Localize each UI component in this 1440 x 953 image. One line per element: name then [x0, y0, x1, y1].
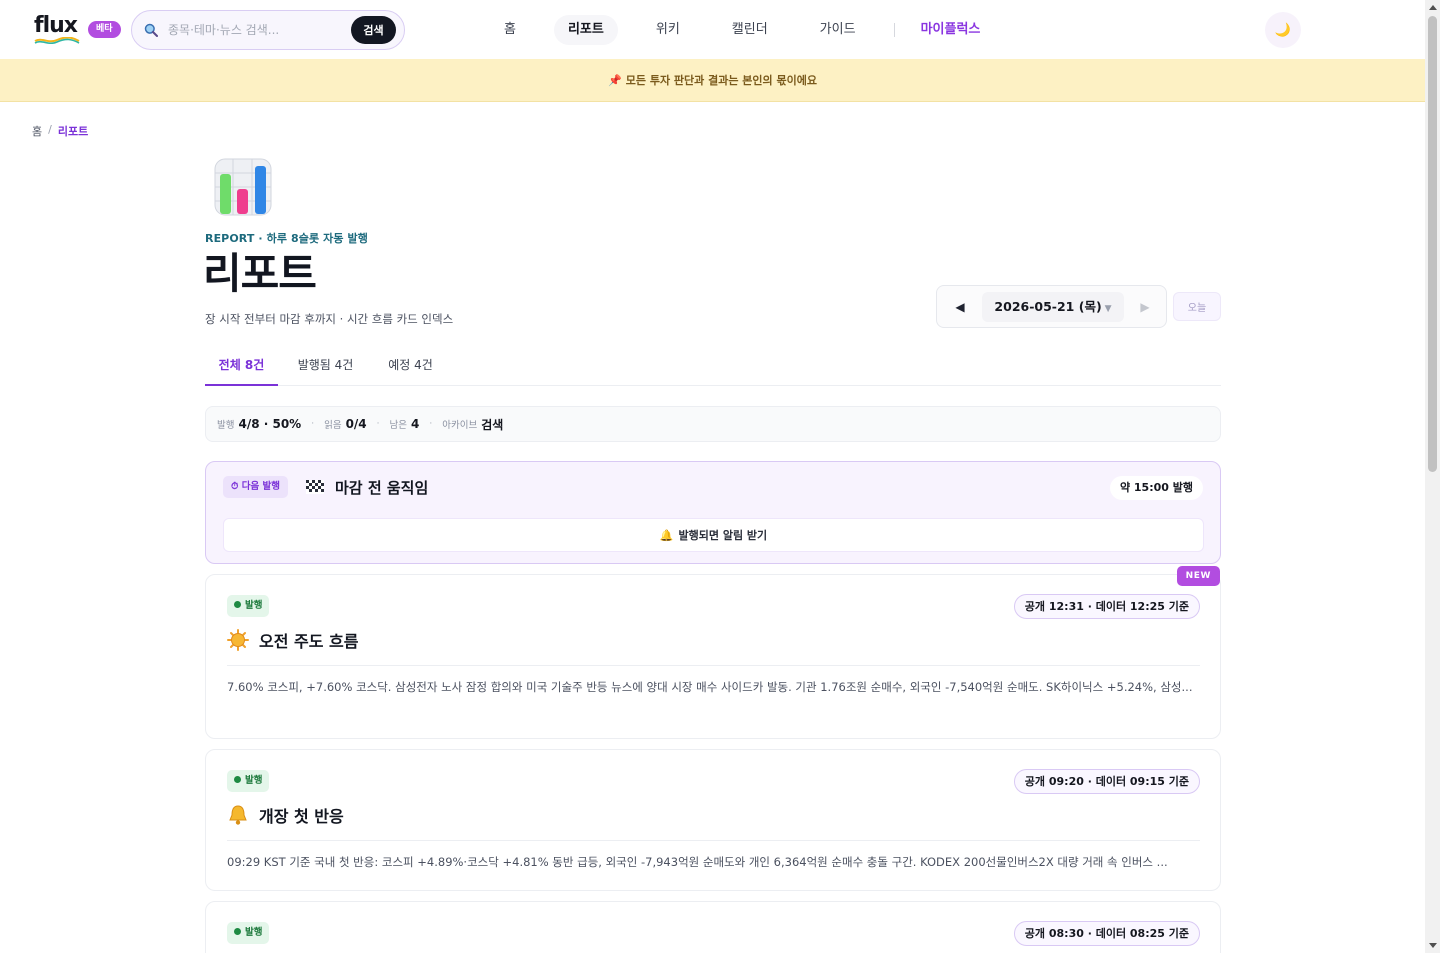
breadcrumb-home[interactable]: 홈: [32, 123, 42, 139]
logo-wave-icon: [34, 37, 80, 44]
today-button[interactable]: 오늘: [1173, 292, 1221, 321]
flux-logo[interactable]: flux: [34, 13, 80, 45]
status-badge: 발행: [227, 922, 270, 944]
archive-label: 아카이브: [442, 420, 478, 431]
prev-day-button[interactable]: ◀: [949, 296, 971, 318]
published-label: 발행: [217, 420, 235, 431]
nav-link-myflux[interactable]: 마이플럭스: [907, 15, 995, 45]
nav-divider: [893, 22, 895, 37]
checkered-flag-icon: [306, 480, 324, 494]
sun-icon: [227, 629, 249, 651]
new-badge: NEW: [1176, 566, 1220, 586]
nav-link-wiki[interactable]: 위키: [642, 15, 694, 45]
notify-label: 발행되면 알림 받기: [678, 529, 768, 542]
notify-button[interactable]: 🔔 발행되면 알림 받기: [223, 518, 1204, 552]
divider: [227, 840, 1200, 841]
date-picker[interactable]: 2026-05-21 (목) ▼: [982, 292, 1124, 322]
date-navigator: ◀ 2026-05-21 (목) ▼ ▶: [936, 285, 1167, 328]
logo-text: flux: [34, 13, 78, 38]
publish-time-badge: 공개 09:20 · 데이터 09:15 기준: [1013, 769, 1200, 794]
publish-time-badge: 공개 08:30 · 데이터 08:25 기준: [1013, 921, 1200, 946]
read-label: 읽음: [324, 420, 342, 431]
moon-icon: 🌙: [1274, 22, 1292, 37]
report-summary: 09:29 KST 기준 국내 첫 반응: 코스피 +4.89%·코스닥 +4.…: [227, 855, 1168, 869]
scroll-down-icon[interactable]: [1429, 943, 1437, 948]
archive-search-link[interactable]: 검색: [481, 416, 503, 433]
scroll-up-icon[interactable]: [1429, 5, 1437, 10]
theme-toggle-button[interactable]: 🌙: [1265, 12, 1301, 48]
report-title: 개장 첫 반응: [259, 807, 344, 826]
bell-icon: [229, 805, 247, 825]
search-bar: 검색: [131, 10, 405, 50]
next-slot-card: ⏱ 다음 발행 마감 전 움직임 약 15:00 발행 🔔 발행되면 알림 받기: [205, 461, 1221, 564]
status-badge: 발행: [227, 595, 270, 617]
next-slot-title: 마감 전 움직임: [335, 479, 429, 497]
page-title: 리포트: [203, 249, 317, 298]
tab-scheduled[interactable]: 예정 4건: [378, 345, 443, 386]
next-publish-badge: ⏱ 다음 발행: [223, 476, 288, 498]
report-card[interactable]: NEW 발행 공개 12:31 · 데이터 12:25 기준 오전 주도 흐름 …: [205, 566, 1221, 739]
status-dot-icon: [234, 928, 241, 935]
main-nav: 홈 리포트 위키 캘린더 가이드 마이플럭스: [490, 0, 994, 59]
nav-link-report[interactable]: 리포트: [553, 14, 618, 45]
tab-published[interactable]: 발행됨 4건: [288, 345, 363, 386]
search-icon: [144, 23, 158, 37]
stats-bar: 발행 4/8 · 50% · 읽음 0/4 · 남은 4 · 아카이브 검색: [205, 406, 1221, 442]
bar-chart-icon: [214, 158, 272, 216]
beta-badge: 베타: [88, 21, 121, 38]
search-button[interactable]: 검색: [351, 16, 396, 44]
next-day-button[interactable]: ▶: [1134, 296, 1156, 318]
remaining-label: 남은: [389, 420, 408, 431]
nav-link-guide[interactable]: 가이드: [806, 15, 870, 45]
report-card[interactable]: 발행 공개 09:20 · 데이터 09:15 기준 개장 첫 반응 09:29…: [205, 749, 1221, 891]
report-title: 오전 주도 흐름: [259, 632, 359, 651]
banner-text: 모든 투자 판단과 결과는 본인의 몫이에요: [625, 74, 817, 87]
nav-link-calendar[interactable]: 캘린더: [718, 15, 782, 45]
divider: [227, 665, 1200, 666]
read-value: 0/4: [345, 417, 367, 431]
current-date: 2026-05-21 (목): [994, 299, 1102, 314]
top-navbar: flux 베타 검색 홈 리포트 위키 캘린더 가이드 마이플럭스 🌙: [0, 0, 1425, 59]
report-summary: 7.60% 코스피, +7.60% 코스닥. 삼성전자 노사 잠정 합의와 미국…: [227, 680, 1193, 694]
nav-link-home[interactable]: 홈: [490, 15, 530, 45]
status-dot-icon: [234, 776, 241, 783]
search-input[interactable]: [168, 20, 348, 40]
eta-badge: 약 15:00 발행: [1109, 476, 1203, 500]
chevron-down-icon: ▼: [1104, 304, 1112, 314]
status-dot-icon: [234, 601, 241, 608]
scrollbar-thumb[interactable]: [1428, 16, 1437, 472]
bell-icon: 🔔: [659, 529, 674, 542]
remaining-value: 4: [411, 417, 420, 431]
page-eyebrow: REPORT · 하루 8슬롯 자동 발행: [205, 232, 368, 245]
disclaimer-banner: 📌 모든 투자 판단과 결과는 본인의 몫이에요: [0, 59, 1425, 102]
published-value: 4/8 · 50%: [238, 417, 302, 431]
tab-all[interactable]: 전체 8건: [205, 345, 278, 386]
breadcrumb-separator: /: [48, 123, 52, 136]
page-subtitle: 장 시작 전부터 마감 후까지 · 시간 흐름 카드 인덱스: [205, 312, 454, 326]
pin-icon: 📌: [608, 74, 622, 87]
breadcrumb-current: 리포트: [57, 125, 89, 138]
breadcrumb: 홈 / 리포트: [32, 123, 88, 139]
filter-tabs: 전체 8건 발행됨 4건 예정 4건: [205, 345, 1221, 386]
publish-time-badge: 공개 12:31 · 데이터 12:25 기준: [1013, 594, 1200, 619]
report-card[interactable]: 발행 공개 08:30 · 데이터 08:25 기준: [205, 901, 1221, 953]
page-scrollbar[interactable]: [1425, 0, 1440, 953]
status-badge: 발행: [227, 770, 270, 792]
